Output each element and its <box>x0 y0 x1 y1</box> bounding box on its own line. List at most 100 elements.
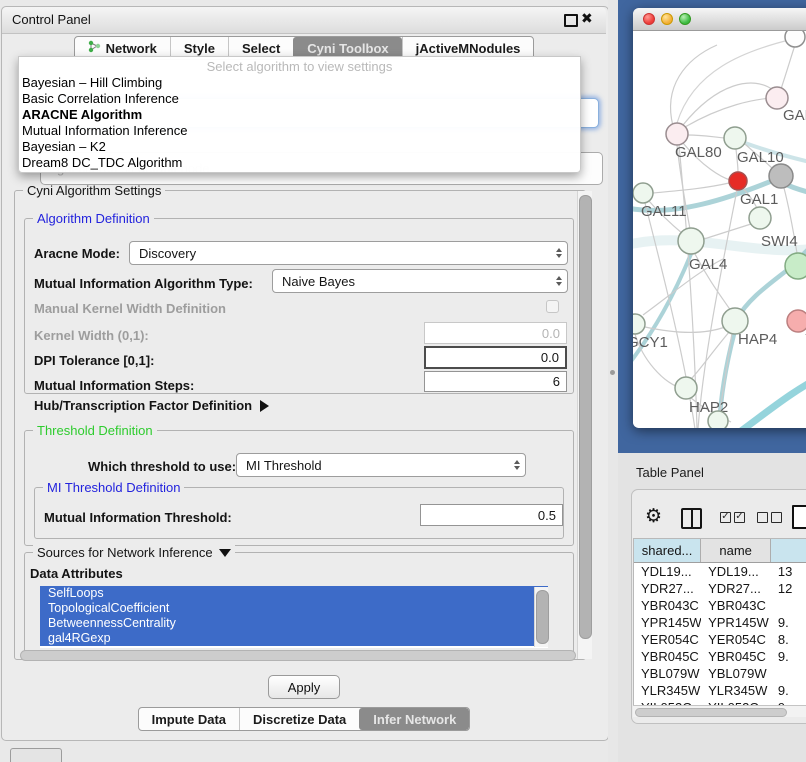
mi-threshold-field[interactable]: 0.5 <box>420 504 563 526</box>
node-label-gal: GAL <box>783 107 806 124</box>
table-row[interactable]: YDR27...YDR27...12 <box>634 580 806 597</box>
tab-impute-data[interactable]: Impute Data <box>139 708 239 730</box>
columns-icon[interactable] <box>681 508 702 529</box>
float-window-icon[interactable] <box>564 14 578 27</box>
algorithm-option-bayesian-k2[interactable]: Bayesian – K2 <box>19 139 580 155</box>
node-gal80[interactable] <box>666 123 688 145</box>
settings-scroll-thumb[interactable] <box>579 195 592 639</box>
combo-stepper-icon <box>514 460 520 470</box>
aracne-mode-combo[interactable]: Discovery <box>129 241 568 265</box>
mi-steps-value: 6 <box>553 374 560 389</box>
table-horizontal-scrollbar[interactable] <box>633 705 806 717</box>
table-row[interactable]: YBR043CYBR043C <box>634 597 806 614</box>
column-header-shared[interactable]: shared... <box>634 539 701 562</box>
gear-icon[interactable]: ⚙ <box>645 505 662 528</box>
tab-label: Select <box>242 41 280 56</box>
divider-grip-icon[interactable] <box>610 370 615 375</box>
node-label-swi4: SWI4 <box>761 233 798 250</box>
table-row[interactable]: YDL19...YDL19...13 <box>634 563 806 580</box>
node-label-gal80: GAL80 <box>675 144 722 161</box>
node-gcy1[interactable] <box>633 314 645 334</box>
node-unlabeled[interactable] <box>749 207 771 229</box>
mi-steps-field[interactable]: 6 <box>424 371 567 392</box>
mi-algorithm-type-combo[interactable]: Naive Bayes <box>272 269 568 293</box>
table-cell: YBR045C <box>634 648 701 665</box>
node-label-gal10: GAL10 <box>737 149 784 166</box>
node-gal4[interactable] <box>678 228 704 254</box>
node-y[interactable] <box>787 310 806 332</box>
table-cell: YLR345W <box>634 682 701 699</box>
split-pane-divider[interactable] <box>608 0 618 762</box>
algorithm-option-mutual-information-inference[interactable]: Mutual Information Inference <box>19 123 580 139</box>
network-view-window[interactable]: GALGAL80GAL10GAL1GAL11GAL4SWI4GCY1HAP4YH… <box>633 8 806 428</box>
hub-definition-expander[interactable]: Hub/Transcription Factor Definition <box>34 398 269 413</box>
table-row[interactable]: YLR345WYLR345W9. <box>634 682 806 699</box>
minimize-traffic-light-icon[interactable] <box>661 13 673 25</box>
collapsed-panel-handle[interactable] <box>10 748 62 762</box>
which-threshold-value: MI Threshold <box>246 458 322 473</box>
apply-button[interactable]: Apply <box>268 675 340 699</box>
table-cell: YBR043C <box>634 597 701 614</box>
network-tab-icon <box>88 40 101 56</box>
column-header-name[interactable]: name <box>701 539 771 562</box>
table-row[interactable]: YBR045CYBR045C9. <box>634 648 806 665</box>
attribute-item-selfloops[interactable]: SelfLoops <box>40 586 548 601</box>
table-body: YDL19...YDL19...13YDR27...YDR27...12YBR0… <box>634 563 806 705</box>
tab-discretize-data[interactable]: Discretize Data <box>239 708 359 730</box>
settings-horizontal-scrollbar[interactable] <box>20 650 576 661</box>
node-gal1[interactable] <box>729 172 747 190</box>
cyni-algorithm-settings-title: Cyni Algorithm Settings <box>23 183 165 198</box>
tab-label: jActiveMNodules <box>416 41 521 56</box>
deselect-all-checks-icon[interactable] <box>757 512 782 523</box>
node-unlabeled[interactable] <box>708 411 728 428</box>
node-gal11[interactable] <box>633 183 653 203</box>
attribute-item-betweennesscentrality[interactable]: BetweennessCentrality <box>40 616 548 631</box>
table-row[interactable]: YBL079WYBL079W <box>634 665 806 682</box>
manual-kernel-width-checkbox[interactable] <box>546 300 559 313</box>
network-edge <box>645 327 725 332</box>
table-scroll-thumb[interactable] <box>635 708 787 717</box>
which-threshold-combo[interactable]: MI Threshold <box>236 453 526 477</box>
node-gal10[interactable] <box>724 127 746 149</box>
close-icon[interactable]: ✖ <box>581 10 593 27</box>
algorithm-option-basic-correlation-inference[interactable]: Basic Correlation Inference <box>19 91 580 107</box>
network-window-titlebar[interactable] <box>633 8 806 31</box>
select-all-checks-icon[interactable]: ✓ ✓ <box>720 512 745 523</box>
attributes-list-scrollbar[interactable] <box>534 587 548 647</box>
algorithm-option-dream8-dc-tdc-algorithm[interactable]: Dream8 DC_TDC Algorithm <box>19 155 580 171</box>
document-icon[interactable] <box>792 505 806 529</box>
algorithm-option-aracne-algorithm[interactable]: ARACNE Algorithm <box>19 107 580 123</box>
zoom-traffic-light-icon[interactable] <box>679 13 691 25</box>
node-swi4[interactable] <box>785 253 806 279</box>
control-panel-titlebar[interactable] <box>2 7 606 34</box>
node-unlabeled[interactable] <box>769 164 793 188</box>
table-row[interactable]: YER054CYER054C8. <box>634 631 806 648</box>
network-canvas[interactable]: GALGAL80GAL10GAL1GAL11GAL4SWI4GCY1HAP4YH… <box>633 31 806 428</box>
dpi-tolerance-field[interactable]: 0.0 <box>424 346 567 369</box>
table-cell: YLR345W <box>701 682 771 699</box>
tab-infer-network[interactable]: Infer Network <box>359 708 469 730</box>
table-cell: 12 <box>771 580 806 597</box>
table-cell: YBL079W <box>701 665 771 682</box>
kernel-width-field[interactable]: 0.0 <box>424 322 567 344</box>
close-traffic-light-icon[interactable] <box>643 13 655 25</box>
node-hap2[interactable] <box>675 377 697 399</box>
column-header-col2[interactable] <box>771 539 806 562</box>
settings-vertical-scrollbar[interactable] <box>577 191 592 659</box>
table-row[interactable]: YPR145WYPR145W9. <box>634 614 806 631</box>
node-gal[interactable] <box>766 87 788 109</box>
algorithm-option-bayesian-hill-climbing[interactable]: Bayesian – Hill Climbing <box>19 75 580 91</box>
attributes-scroll-thumb[interactable] <box>536 590 549 644</box>
table-cell: YBL079W <box>634 665 701 682</box>
sources-group-header[interactable]: Sources for Network Inference <box>33 545 235 560</box>
attribute-item-topologicalcoefficient[interactable]: TopologicalCoefficient <box>40 601 548 616</box>
network-edge <box>685 98 773 127</box>
attribute-item-gal4rgexp[interactable]: gal4RGexp <box>40 631 548 646</box>
table-cell: YER054C <box>701 631 771 648</box>
aracne-mode-label: Aracne Mode: <box>34 246 120 261</box>
network-edge <box>677 39 793 123</box>
control-panel-title: Control Panel <box>12 12 91 27</box>
node-unlabeled[interactable] <box>785 31 805 47</box>
expander-expanded-icon <box>219 549 231 557</box>
table-cell: YDR27... <box>634 580 701 597</box>
